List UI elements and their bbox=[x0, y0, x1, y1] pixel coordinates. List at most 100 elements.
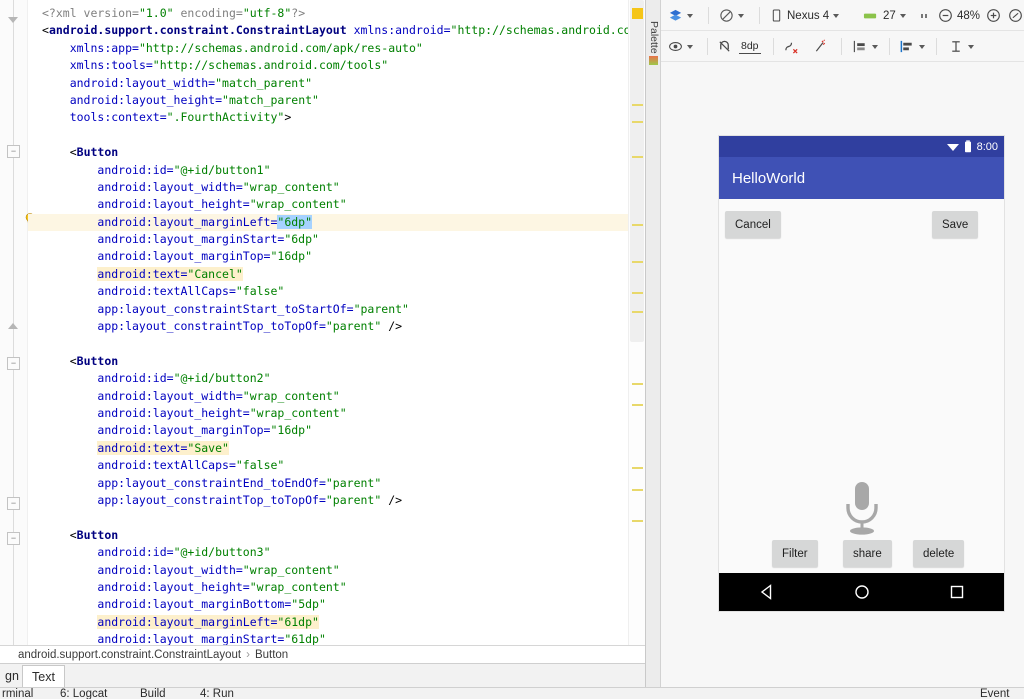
warning-marker[interactable] bbox=[632, 292, 643, 294]
code-line[interactable]: android:id="@+id/button3" bbox=[28, 544, 628, 561]
warning-marker[interactable] bbox=[632, 224, 643, 226]
warning-marker[interactable] bbox=[632, 467, 643, 469]
code-line[interactable]: android:layout_height="match_parent" bbox=[28, 92, 628, 109]
preview-button-share[interactable]: share bbox=[843, 540, 892, 567]
fold-marker-root[interactable] bbox=[7, 14, 20, 27]
fold-marker-button2[interactable]: − bbox=[7, 357, 20, 370]
preview-button-save[interactable]: Save bbox=[932, 211, 979, 238]
warning-marker[interactable] bbox=[632, 121, 643, 123]
preview-button-filter[interactable]: Filter bbox=[772, 540, 818, 567]
fold-marker-collapse-1[interactable] bbox=[7, 320, 20, 333]
zoom-fit-button[interactable] bbox=[1008, 0, 1023, 31]
show-constraints-menu[interactable] bbox=[668, 31, 693, 62]
code-line[interactable]: app:layout_constraintEnd_toEndOf="parent… bbox=[28, 475, 628, 492]
code-line[interactable]: android:layout_height="wrap_content" bbox=[28, 405, 628, 422]
code-line[interactable]: android:layout_height="wrap_content" bbox=[28, 196, 628, 213]
code-line[interactable]: android:layout_marginStart="6dp" bbox=[28, 231, 628, 248]
home-circle-icon[interactable] bbox=[853, 583, 871, 601]
theme-icon-slot[interactable] bbox=[919, 0, 931, 31]
tool-window-run[interactable]: 4: Run bbox=[200, 688, 234, 699]
warning-marker[interactable] bbox=[632, 489, 643, 491]
tab-text[interactable]: Text bbox=[22, 665, 65, 688]
tool-window-logcat[interactable]: 6: Logcat bbox=[60, 688, 107, 699]
code-line[interactable] bbox=[28, 335, 628, 352]
editor-scrollbar-thumb[interactable] bbox=[630, 0, 644, 342]
code-line[interactable]: android:layout_width="wrap_content" bbox=[28, 562, 628, 579]
back-triangle-icon[interactable] bbox=[758, 583, 776, 601]
breadcrumb[interactable]: android.support.constraint.ConstraintLay… bbox=[0, 645, 645, 663]
code-line[interactable]: <Button bbox=[28, 144, 628, 161]
code-line[interactable]: android:textAllCaps="false" bbox=[28, 457, 628, 474]
device-selector[interactable]: Nexus 4 bbox=[771, 0, 840, 31]
device-preview[interactable]: 8:00 HelloWorld Cancel Save 20172327 bbox=[719, 136, 1004, 611]
code-line[interactable]: <android.support.constraint.ConstraintLa… bbox=[28, 22, 645, 39]
code-line[interactable]: android:layout_marginLeft="6dp" bbox=[28, 213, 628, 232]
warning-marker[interactable] bbox=[632, 104, 643, 106]
warning-marker[interactable] bbox=[632, 156, 643, 158]
tool-window-terminal[interactable]: rminal bbox=[2, 688, 33, 699]
code-line[interactable]: android:id="@+id/button1" bbox=[28, 162, 628, 179]
code-line[interactable]: xmlns:tools="http://schemas.android.com/… bbox=[28, 57, 628, 74]
clear-constraints-button[interactable] bbox=[783, 31, 800, 62]
orientation-menu[interactable] bbox=[719, 0, 744, 31]
editor-warning-stripe[interactable] bbox=[628, 0, 645, 645]
code-line[interactable] bbox=[28, 127, 628, 144]
warning-marker[interactable] bbox=[632, 383, 643, 385]
code-line[interactable] bbox=[28, 509, 628, 526]
battery-icon bbox=[964, 140, 971, 153]
breadcrumb-root[interactable]: android.support.constraint.ConstraintLay… bbox=[18, 649, 241, 661]
code-line[interactable]: xmlns:app="http://schemas.android.com/ap… bbox=[28, 40, 628, 57]
code-line[interactable]: android:layout_width="match_parent" bbox=[28, 75, 628, 92]
warning-marker[interactable] bbox=[632, 261, 643, 263]
layers-menu[interactable] bbox=[668, 0, 693, 31]
autoconnect-toggle[interactable] bbox=[717, 31, 732, 62]
zoom-in-button[interactable] bbox=[986, 0, 1001, 31]
code-line[interactable]: android:layout_width="wrap_content" bbox=[28, 179, 628, 196]
pack-menu[interactable] bbox=[852, 31, 878, 62]
editor-gutter[interactable]: − − − − bbox=[0, 0, 35, 645]
code-line[interactable]: android:text="Cancel" bbox=[28, 266, 628, 283]
code-line[interactable]: android:textAllCaps="false" bbox=[28, 283, 628, 300]
breadcrumb-leaf[interactable]: Button bbox=[255, 649, 288, 661]
code-line[interactable]: <Button bbox=[28, 527, 628, 544]
code-line[interactable]: app:layout_constraintStart_toStartOf="pa… bbox=[28, 301, 628, 318]
inspection-status-indicator[interactable] bbox=[632, 8, 643, 19]
zoom-out-button[interactable] bbox=[938, 0, 953, 31]
align-menu[interactable] bbox=[899, 31, 925, 62]
recents-square-icon[interactable] bbox=[948, 583, 966, 601]
design-canvas[interactable]: 8:00 HelloWorld Cancel Save 20172327 bbox=[661, 62, 1024, 687]
default-margin-button[interactable]: 8dp bbox=[739, 31, 761, 62]
fold-marker-button1[interactable]: − bbox=[7, 145, 20, 158]
infer-constraints-button[interactable] bbox=[813, 31, 829, 62]
microphone-icon[interactable] bbox=[841, 480, 883, 538]
tool-window-event-log[interactable]: Event bbox=[980, 688, 1009, 699]
code-line[interactable]: android:layout_width="wrap_content" bbox=[28, 388, 628, 405]
warning-marker[interactable] bbox=[632, 404, 643, 406]
preview-button-cancel[interactable]: Cancel bbox=[725, 211, 781, 238]
code-line[interactable]: android:layout_marginTop="16dp" bbox=[28, 248, 628, 265]
code-line[interactable]: android:layout_marginTop="16dp" bbox=[28, 422, 628, 439]
layout-content-area[interactable]: Cancel Save 20172327 Filter share delete bbox=[719, 199, 1004, 592]
warning-marker[interactable] bbox=[632, 520, 643, 522]
warning-marker[interactable] bbox=[632, 311, 643, 313]
api-selector[interactable]: 27 bbox=[863, 0, 906, 31]
tool-window-build[interactable]: Build bbox=[140, 688, 166, 699]
xml-source-code[interactable]: <?xml version="1.0" encoding="utf-8"?> <a… bbox=[28, 0, 645, 645]
palette-tool-tab[interactable]: Palette bbox=[646, 0, 661, 687]
code-line[interactable]: android:layout_marginStart="61dp" bbox=[28, 631, 628, 645]
code-line[interactable]: android:layout_height="wrap_content" bbox=[28, 579, 628, 596]
code-line[interactable]: <?xml version="1.0" encoding="utf-8"?> bbox=[28, 5, 628, 22]
fold-marker-collapse-2[interactable]: − bbox=[7, 497, 20, 510]
chevron-down-icon bbox=[919, 44, 925, 49]
code-line[interactable]: android:layout_marginLeft="61dp" bbox=[28, 614, 628, 631]
code-line[interactable]: android:text="Save" bbox=[28, 440, 628, 457]
code-line[interactable]: app:layout_constraintTop_toTopOf="parent… bbox=[28, 492, 628, 509]
preview-button-delete[interactable]: delete bbox=[913, 540, 965, 567]
code-line[interactable]: android:id="@+id/button2" bbox=[28, 370, 628, 387]
code-line[interactable]: app:layout_constraintTop_toTopOf="parent… bbox=[28, 318, 628, 335]
fold-marker-button3[interactable]: − bbox=[7, 532, 20, 545]
guidelines-menu[interactable] bbox=[948, 31, 974, 62]
code-line[interactable]: tools:context=".FourthActivity"> bbox=[28, 109, 628, 126]
code-line[interactable]: <Button bbox=[28, 353, 628, 370]
code-line[interactable]: android:layout_marginBottom="5dp" bbox=[28, 596, 628, 613]
